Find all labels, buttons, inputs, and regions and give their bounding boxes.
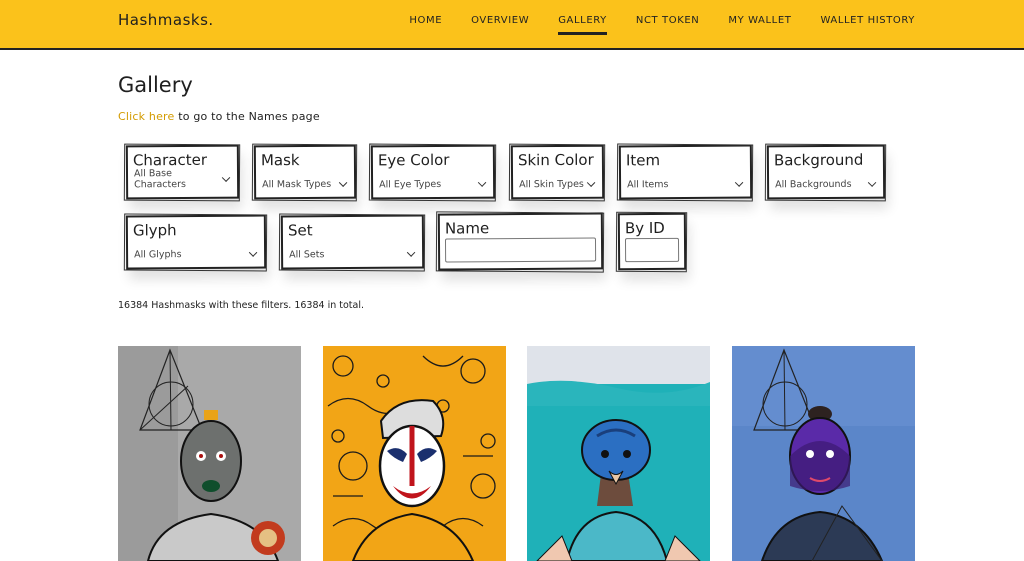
skin-color-filter[interactable]: Skin Color All Skin Types <box>510 144 605 200</box>
names-page-line: Click here to go to the Names page <box>118 110 320 123</box>
nav-overview[interactable]: OVERVIEW <box>471 15 529 35</box>
set-select[interactable]: All Sets <box>289 248 416 261</box>
glyph-filter[interactable]: Glyph All Glyphs <box>125 214 267 270</box>
hashmask-card[interactable] <box>732 346 915 561</box>
eye-color-filter-label: Eye Color <box>377 150 450 170</box>
nav-wallet-history[interactable]: WALLET HISTORY <box>820 15 915 35</box>
background-select[interactable]: All Backgrounds <box>775 178 877 191</box>
background-filter-label: Background <box>773 150 864 170</box>
chevron-down-icon <box>338 178 348 187</box>
glyph-select[interactable]: All Glyphs <box>134 248 258 261</box>
chevron-down-icon <box>248 248 258 257</box>
chevron-down-icon <box>734 178 744 187</box>
mask-filter-label: Mask <box>260 151 300 170</box>
eye-color-select-value: All Eye Types <box>379 178 442 191</box>
set-filter-label: Set <box>287 221 313 240</box>
hashmask-artwork-image <box>118 346 301 561</box>
names-page-link[interactable]: Click here <box>118 110 175 123</box>
names-page-text: to go to the Names page <box>174 110 320 123</box>
skin-color-filter-label: Skin Color <box>517 150 594 170</box>
background-filter[interactable]: Background All Backgrounds <box>766 144 886 200</box>
background-select-value: All Backgrounds <box>775 178 852 191</box>
set-filter[interactable]: Set All Sets <box>280 214 425 270</box>
main-nav: HOME OVERVIEW GALLERY NCT TOKEN MY WALLE… <box>380 15 915 35</box>
mask-select-value: All Mask Types <box>262 178 332 191</box>
item-filter-label: Item <box>625 151 661 170</box>
hashmask-artwork-image <box>323 346 506 561</box>
hashmask-card[interactable] <box>527 346 710 561</box>
glyph-select-value: All Glyphs <box>134 249 182 261</box>
results-summary: 16384 Hashmasks with these filters. 1638… <box>118 300 365 311</box>
skin-color-select-value: All Skin Types <box>519 178 584 191</box>
mask-filter[interactable]: Mask All Mask Types <box>253 144 357 200</box>
hashmask-card[interactable] <box>118 346 301 561</box>
hashmask-artwork-image <box>527 346 710 561</box>
item-select[interactable]: All Items <box>627 178 744 191</box>
chevron-down-icon <box>477 178 487 187</box>
eye-color-filter[interactable]: Eye Color All Eye Types <box>370 144 496 200</box>
top-navigation-bar: Hashmasks. HOME OVERVIEW GALLERY NCT TOK… <box>0 0 1024 50</box>
item-select-value: All Items <box>627 179 669 191</box>
skin-color-select[interactable]: All Skin Types <box>519 178 596 191</box>
character-filter[interactable]: Character All Base Characters <box>125 144 240 200</box>
nav-nct-token[interactable]: NCT TOKEN <box>636 15 700 35</box>
chevron-down-icon <box>867 178 877 187</box>
name-input[interactable] <box>444 237 597 263</box>
page-title: Gallery <box>118 73 193 97</box>
id-input[interactable] <box>624 237 680 263</box>
nav-home[interactable]: HOME <box>409 15 442 35</box>
name-filter-label: Name <box>444 219 490 238</box>
mask-select[interactable]: All Mask Types <box>262 178 348 191</box>
by-id-filter-label: By ID <box>624 218 665 238</box>
chevron-down-icon <box>406 248 416 257</box>
brand-logo[interactable]: Hashmasks. <box>118 11 214 29</box>
nav-gallery[interactable]: GALLERY <box>558 15 607 35</box>
hashmask-artwork-image <box>732 346 915 561</box>
name-filter: Name <box>437 212 604 271</box>
nav-my-wallet[interactable]: MY WALLET <box>728 15 791 35</box>
character-select[interactable]: All Base Characters <box>133 168 231 191</box>
chevron-down-icon <box>586 178 596 188</box>
set-select-value: All Sets <box>289 249 325 261</box>
glyph-filter-label: Glyph <box>132 221 177 240</box>
character-filter-label: Character <box>132 150 208 170</box>
item-filter[interactable]: Item All Items <box>618 144 753 200</box>
by-id-filter: By ID <box>617 212 687 271</box>
character-select-value: All Base Characters <box>133 168 186 191</box>
hashmask-card[interactable] <box>323 346 506 561</box>
eye-color-select[interactable]: All Eye Types <box>379 178 487 191</box>
